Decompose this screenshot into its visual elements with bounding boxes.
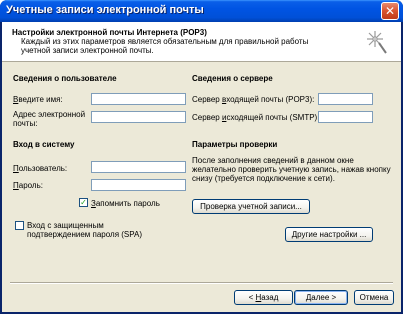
wizard-header: Настройки электронной почты Интернета (P… <box>2 22 401 62</box>
name-label: Введите имя: <box>13 95 63 104</box>
user-info-heading: Сведения о пользователе <box>13 74 117 83</box>
email-input[interactable] <box>91 111 186 123</box>
remember-password-label: Запомнить пароль <box>91 199 160 208</box>
name-input[interactable] <box>91 93 186 105</box>
server-info-heading: Сведения о сервере <box>192 74 273 83</box>
outgoing-server-input[interactable] <box>318 111 373 123</box>
footer-divider <box>10 282 393 284</box>
wizard-sparkle-icon <box>367 31 387 54</box>
spa-label: Вход с защищенным подтверждением пароля (… <box>27 221 142 239</box>
outgoing-server-label: Сервер исходящей почты (SMTP): <box>192 113 320 122</box>
password-label: Пароль: <box>13 181 43 190</box>
password-input[interactable] <box>91 179 186 191</box>
remember-password-checkbox[interactable]: ✓ <box>79 198 88 207</box>
header-title: Настройки электронной почты Интернета (P… <box>12 28 207 37</box>
next-button[interactable]: Далее > <box>294 290 348 305</box>
incoming-server-input[interactable] <box>318 93 373 105</box>
back-button[interactable]: < Назад <box>234 290 293 305</box>
close-button[interactable]: ✕ <box>381 2 399 20</box>
test-account-button[interactable]: Проверка учетной записи... <box>192 199 310 214</box>
email-label: Адрес электронной почты: <box>13 110 86 128</box>
test-settings-description: После заполнения сведений в данном окне … <box>192 156 391 183</box>
username-input[interactable] <box>91 161 186 173</box>
email-accounts-window: Учетные записи электронной почты ✕ Настр… <box>0 0 403 314</box>
spa-checkbox[interactable] <box>15 221 24 230</box>
header-description: Каждый из этих параметров является обяза… <box>21 37 309 55</box>
more-settings-button[interactable]: Другие настройки ... <box>285 227 373 242</box>
close-icon: ✕ <box>384 4 396 18</box>
test-settings-heading: Параметры проверки <box>192 140 278 149</box>
login-heading: Вход в систему <box>13 140 75 149</box>
cancel-button[interactable]: Отмена <box>354 290 394 305</box>
incoming-server-label: Сервер входящей почты (POP3): <box>192 95 315 104</box>
dialog-body: Настройки электронной почты Интернета (P… <box>2 22 401 312</box>
title-bar[interactable]: Учетные записи электронной почты ✕ <box>0 0 403 22</box>
window-title: Учетные записи электронной почты <box>6 4 204 16</box>
username-label: Пользователь: <box>13 164 68 173</box>
